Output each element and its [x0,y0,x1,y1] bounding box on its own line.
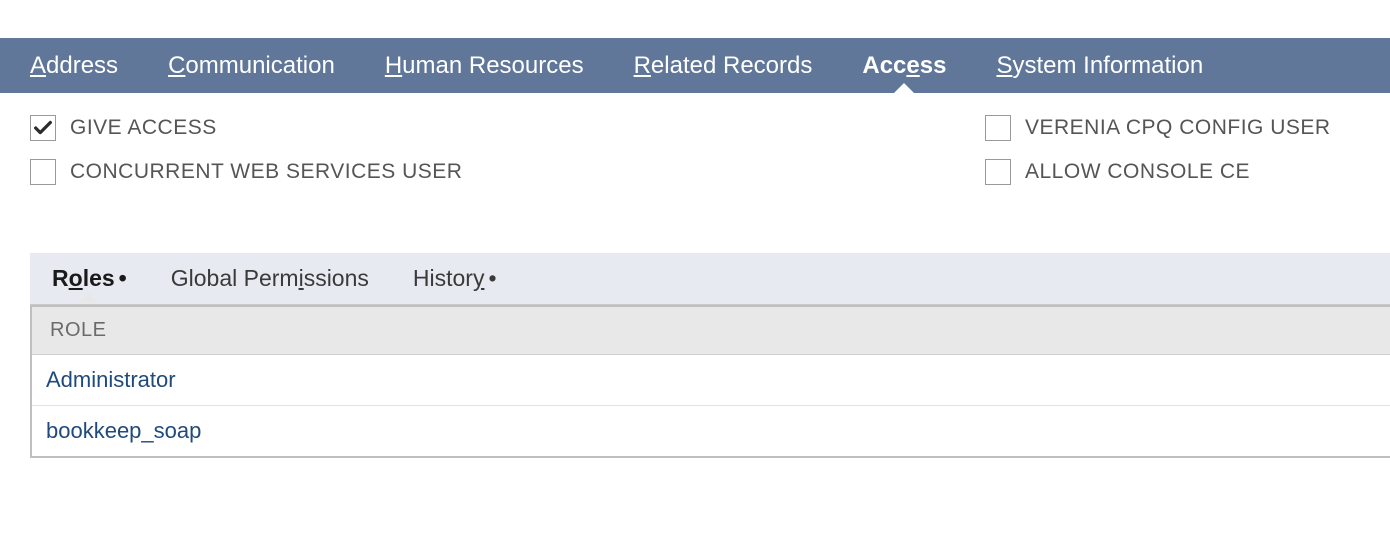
table-row[interactable]: Administrator [32,355,1390,406]
top-tab-access[interactable]: Access [862,40,946,92]
check-row-concurrent-web-services-user: CONCURRENT WEB SERVICES USER [30,159,985,185]
top-tab-system-information[interactable]: System Information [996,40,1203,92]
checks-col-1: GIVE ACCESS CONCURRENT WEB SERVICES USER [30,115,985,203]
checkbox[interactable] [985,115,1011,141]
checkbox-label: CONCURRENT WEB SERVICES USER [70,160,462,184]
top-tab-communication[interactable]: Communication [168,40,335,92]
checkbox-label: ALLOW CONSOLE CE [1025,160,1250,184]
checkbox-label: GIVE ACCESS [70,116,217,140]
table-row[interactable]: bookkeep_soap [32,406,1390,456]
table-body: Administratorbookkeep_soap [32,355,1390,456]
sub-tabs: Roles•Global PermissionsHistory• [30,253,1390,305]
top-tab-address[interactable]: Address [30,40,118,92]
top-tabs: Address Communication Human Resources Relat… [0,38,1390,93]
table-header-role: ROLE [32,307,1390,355]
checkbox[interactable] [30,159,56,185]
sub-tab-history[interactable]: History• [391,255,519,302]
checkbox-label: VERENIA CPQ CONFIG USER [1025,116,1331,140]
sub-tab-roles[interactable]: Roles• [30,255,149,302]
checkbox[interactable] [985,159,1011,185]
checks-col-2: VERENIA CPQ CONFIG USER ALLOW CONSOLE CE [985,115,1331,203]
checkbox[interactable] [30,115,56,141]
access-checkboxes: GIVE ACCESSCONCURRENT WEB SERVICES USER … [0,93,1390,203]
check-row-give-access: GIVE ACCESS [30,115,985,141]
top-tab-related-records[interactable]: Related Records [634,40,813,92]
check-row-verenia-cpq-config-user: VERENIA CPQ CONFIG USER [985,115,1331,141]
sub-tab-global-permissions[interactable]: Global Permissions [149,255,391,302]
top-tab-human-resources[interactable]: Human Resources [385,40,584,92]
check-row-allow-console-ce: ALLOW CONSOLE CE [985,159,1331,185]
roles-table: ROLE Administratorbookkeep_soap [30,305,1390,458]
